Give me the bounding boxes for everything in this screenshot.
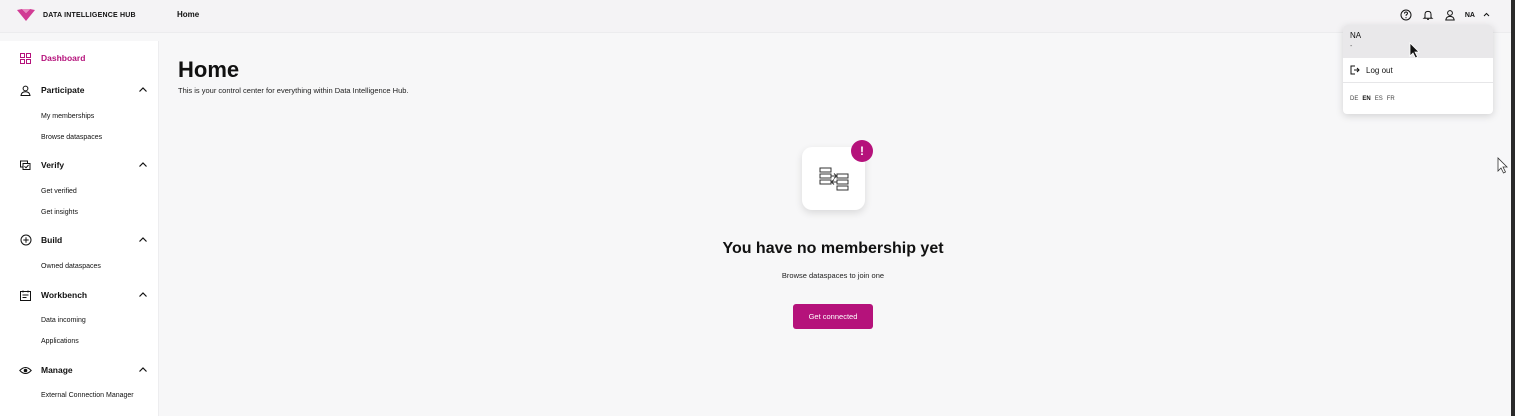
chevron-up-icon[interactable] [138, 290, 148, 300]
pointer-cursor-icon [1409, 42, 1420, 59]
sidebar-item-applications[interactable]: Applications [41, 338, 79, 345]
grid-icon [19, 52, 32, 65]
logo-icon [17, 9, 35, 21]
breadcrumb[interactable]: Home [177, 10, 199, 19]
empty-state-subtitle: Browse dataspaces to join one [781, 271, 885, 280]
window-edge [1511, 0, 1515, 416]
sidebar-section-label: Build [41, 235, 63, 245]
sidebar-section-workbench[interactable]: Workbench [0, 284, 158, 306]
sidebar-item-dashboard[interactable]: Dashboard [0, 47, 158, 69]
user-icon[interactable] [1443, 8, 1457, 22]
brand-name: DATA INTELLIGENCE HUB [43, 11, 136, 19]
page-subtitle: This is your control center for everythi… [178, 86, 409, 95]
logout-item[interactable]: Log out [1343, 58, 1493, 83]
sidebar-section-verify[interactable]: Verify [0, 154, 158, 176]
logo[interactable]: DATA INTELLIGENCE HUB [16, 8, 136, 22]
sidebar-section-participate[interactable]: Participate [0, 79, 158, 101]
language-es[interactable]: ES [1375, 96, 1383, 102]
user-initials[interactable]: NA [1465, 12, 1475, 19]
dataspace-icon [819, 167, 848, 190]
sidebar-item-owned-dataspaces[interactable]: Owned dataspaces [41, 263, 101, 270]
sidebar-section-label: Workbench [41, 290, 88, 300]
alert-badge: ! [851, 140, 873, 162]
top-bar: DATA INTELLIGENCE HUB Home NA [0, 0, 1511, 33]
page-title: Home [178, 57, 240, 82]
chevron-up-icon[interactable] [1483, 11, 1490, 20]
sidebar-section-label: Verify [41, 160, 65, 170]
get-connected-button[interactable]: Get connected [793, 304, 873, 329]
user-menu-dropdown: NA - Log out DE EN ES FR [1343, 25, 1493, 114]
user-secondary: - [1350, 43, 1353, 50]
sidebar-item-external-connection-manager[interactable]: External Connection Manager [41, 392, 134, 399]
sidebar-item-get-insights[interactable]: Get insights [41, 209, 78, 216]
language-de[interactable]: DE [1350, 96, 1358, 102]
arrow-cursor-icon [1497, 157, 1508, 174]
help-icon[interactable] [1399, 8, 1413, 22]
sidebar: Dashboard Participate My memberships Bro… [0, 41, 159, 416]
chevron-up-icon[interactable] [138, 365, 148, 375]
empty-state-title: You have no membership yet [722, 240, 944, 257]
chevron-up-icon[interactable] [138, 235, 148, 245]
sidebar-section-label: Participate [41, 85, 85, 95]
person-icon [19, 84, 32, 97]
chevron-up-icon[interactable] [138, 85, 148, 95]
logout-label: Log out [1366, 66, 1393, 75]
user-name: NA [1350, 31, 1362, 40]
plus-circle-icon [19, 234, 32, 247]
workbench-icon [19, 289, 32, 302]
chevron-up-icon[interactable] [138, 160, 148, 170]
sidebar-item-my-memberships[interactable]: My memberships [41, 113, 94, 120]
language-switcher: DE EN ES FR [1350, 96, 1395, 102]
sidebar-item-get-verified[interactable]: Get verified [41, 188, 77, 195]
logout-icon [1350, 65, 1360, 75]
sidebar-item-label: Dashboard [41, 53, 86, 63]
language-fr[interactable]: FR [1387, 96, 1395, 102]
sidebar-section-manage[interactable]: Manage [0, 359, 158, 381]
sidebar-section-label: Manage [41, 365, 73, 375]
eye-icon [19, 364, 32, 377]
sidebar-item-browse-dataspaces[interactable]: Browse dataspaces [41, 134, 102, 141]
verify-icon [19, 159, 32, 172]
bell-icon[interactable] [1421, 8, 1435, 22]
sidebar-item-data-incoming[interactable]: Data incoming [41, 317, 86, 324]
language-en[interactable]: EN [1362, 96, 1370, 102]
sidebar-section-build[interactable]: Build [0, 229, 158, 251]
